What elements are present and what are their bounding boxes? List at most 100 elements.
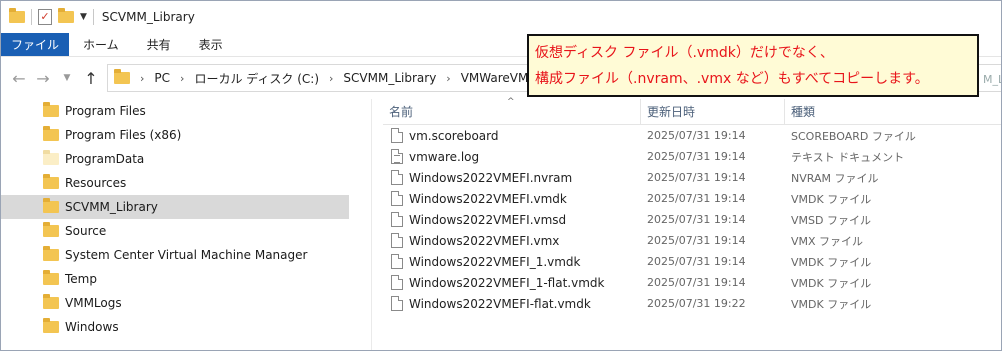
breadcrumb-scvmm-library[interactable]: SCVMM_Library [343,71,436,85]
file-row[interactable]: Windows2022VMEFI_1.vmdk 2025/07/31 19:14 V… [383,251,1001,272]
recent-locations-chevron-icon[interactable]: ▼ [55,73,79,83]
text-file-icon [391,149,403,164]
navigation-pane: Program Files Program Files (x86) ProgramD… [1,99,349,350]
file-row[interactable]: Windows2022VMEFI-flat.vmdk 2025/07/31 19:… [383,293,1001,314]
callout-line-2: 構成ファイル（.nvram、.vmx など）もすべてコピーします。 [535,71,929,87]
chevron-right-icon[interactable]: › [180,72,184,85]
file-type: VMSD ファイル [791,213,871,227]
folder-icon [43,318,59,333]
file-date: 2025/07/31 19:14 [647,129,746,142]
file-row[interactable]: Windows2022VMEFI.vmsd 2025/07/31 19:14 VMS… [383,209,1001,230]
file-icon [391,254,403,269]
tree-item[interactable]: Resources [1,171,349,195]
file-date: 2025/07/31 19:22 [647,297,746,310]
obscured-search-text: M_Li [983,73,1001,86]
chevron-right-icon[interactable]: › [329,72,333,85]
tree-item[interactable]: SCVMM_Library [1,195,349,219]
file-icon [391,296,403,311]
file-icon [391,128,403,143]
callout-line-1: 仮想ディスク ファイル（.vmdk）だけでなく、 [535,45,834,61]
file-row[interactable]: Windows2022VMEFI.vmx 2025/07/31 19:14 VMX … [383,230,1001,251]
file-row[interactable]: vm.scoreboard 2025/07/31 19:14 SCOREBOARD … [383,125,1001,146]
window-title: SCVMM_Library [101,10,195,24]
pane-divider[interactable] [371,99,372,350]
file-type: VMDK ファイル [791,297,872,311]
file-name: vm.scoreboard [409,128,499,143]
tree-item[interactable]: System Center Virtual Machine Manager [1,243,349,267]
file-row[interactable]: Windows2022VMEFI_1-flat.vmdk 2025/07/31 1… [383,272,1001,293]
annotation-callout: 仮想ディスク ファイル（.vmdk）だけでなく、 構成ファイル（.nvram、.… [527,34,979,97]
chevron-right-icon[interactable]: › [446,72,450,85]
explorer-window: ✓ ▼ SCVMM_Library ファイル ホーム 共有 表示 ← → ▼ ↑… [0,0,1002,351]
file-icon [391,275,403,290]
column-header-type[interactable]: 種類 [785,99,985,125]
quick-access-toolbar: ✓ ▼ SCVMM_Library [1,8,195,25]
file-name: vmware.log [409,149,480,164]
list-header: ^ 名前 更新日時 種類 [383,97,1001,125]
tab-share[interactable]: 共有 [133,33,185,56]
customize-toolbar-icon[interactable]: ▼ [80,12,87,22]
breadcrumb-pc[interactable]: PC [154,71,170,85]
folder-icon [43,126,59,141]
file-name-cell: vmware.log [383,149,641,164]
file-name: Windows2022VMEFI.nvram [409,170,573,185]
file-row[interactable]: vmware.log 2025/07/31 19:14 テキスト ドキュメント [383,146,1001,167]
tab-view[interactable]: 表示 [185,33,237,56]
file-list: ^ 名前 更新日時 種類 vm.scoreboard 2025/07/31 19:… [383,97,1001,350]
folder-icon [43,174,59,189]
file-row[interactable]: Windows2022VMEFI.nvram 2025/07/31 19:14 NV… [383,167,1001,188]
folder-icon [43,222,59,237]
file-name: Windows2022VMEFI.vmx [409,233,560,248]
sort-ascending-icon: ^ [507,97,515,107]
back-arrow-icon[interactable]: ← [7,69,31,88]
file-name: Windows2022VMEFI.vmsd [409,212,567,227]
divider [31,9,32,25]
tree-item[interactable]: Program Files (x86) [1,123,349,147]
forward-arrow-icon[interactable]: → [31,69,55,88]
tree-item[interactable]: Source [1,219,349,243]
file-date: 2025/07/31 19:14 [647,276,746,289]
file-row[interactable]: Windows2022VMEFI.vmdk 2025/07/31 19:14 VMD… [383,188,1001,209]
file-date: 2025/07/31 19:14 [647,150,746,163]
folder-icon [43,270,59,285]
tree-item-label: Program Files (x86) [65,128,182,142]
file-type: VMDK ファイル [791,192,872,206]
chevron-right-icon[interactable]: › [140,72,144,85]
properties-icon[interactable]: ✓ [38,9,52,25]
tree-item-label: Temp [65,272,97,286]
file-date: 2025/07/31 19:14 [647,213,746,226]
divider [92,9,94,25]
tree-item[interactable]: Windows [1,315,349,339]
file-name: Windows2022VMEFI.vmdk [409,191,567,206]
folder-icon [43,198,59,213]
file-icon [391,170,403,185]
file-icon [391,233,403,248]
file-name-cell: Windows2022VMEFI.nvram [383,170,641,185]
tab-home[interactable]: ホーム [69,33,133,56]
file-icon [391,212,403,227]
column-header-date[interactable]: 更新日時 [641,98,785,125]
file-name: Windows2022VMEFI_1-flat.vmdk [409,275,605,290]
tree-item[interactable]: ProgramData [1,147,349,171]
up-arrow-icon[interactable]: ↑ [79,69,103,88]
tree-item-label: ProgramData [65,152,145,166]
file-type: NVRAM ファイル [791,171,879,185]
file-rows: vm.scoreboard 2025/07/31 19:14 SCOREBOARD … [383,125,1001,314]
tree-item-label: System Center Virtual Machine Manager [65,248,308,262]
tree-item-label: Resources [65,176,127,190]
new-folder-icon[interactable] [58,8,74,23]
folder-icon [114,69,130,84]
breadcrumb-local-disk[interactable]: ローカル ディスク (C:) [194,70,319,87]
folder-icon [43,246,59,261]
tree-item[interactable]: Temp [1,267,349,291]
tree-item[interactable]: Program Files [1,99,349,123]
tree-item-label: Windows [65,320,119,334]
tab-file[interactable]: ファイル [1,33,70,56]
file-name-cell: vm.scoreboard [383,128,641,143]
tree-item[interactable]: VMMLogs [1,291,349,315]
file-date: 2025/07/31 19:14 [647,255,746,268]
file-type: SCOREBOARD ファイル [791,129,916,143]
tree-item-label: VMMLogs [65,296,122,310]
file-type: VMDK ファイル [791,276,872,290]
file-date: 2025/07/31 19:14 [647,192,746,205]
